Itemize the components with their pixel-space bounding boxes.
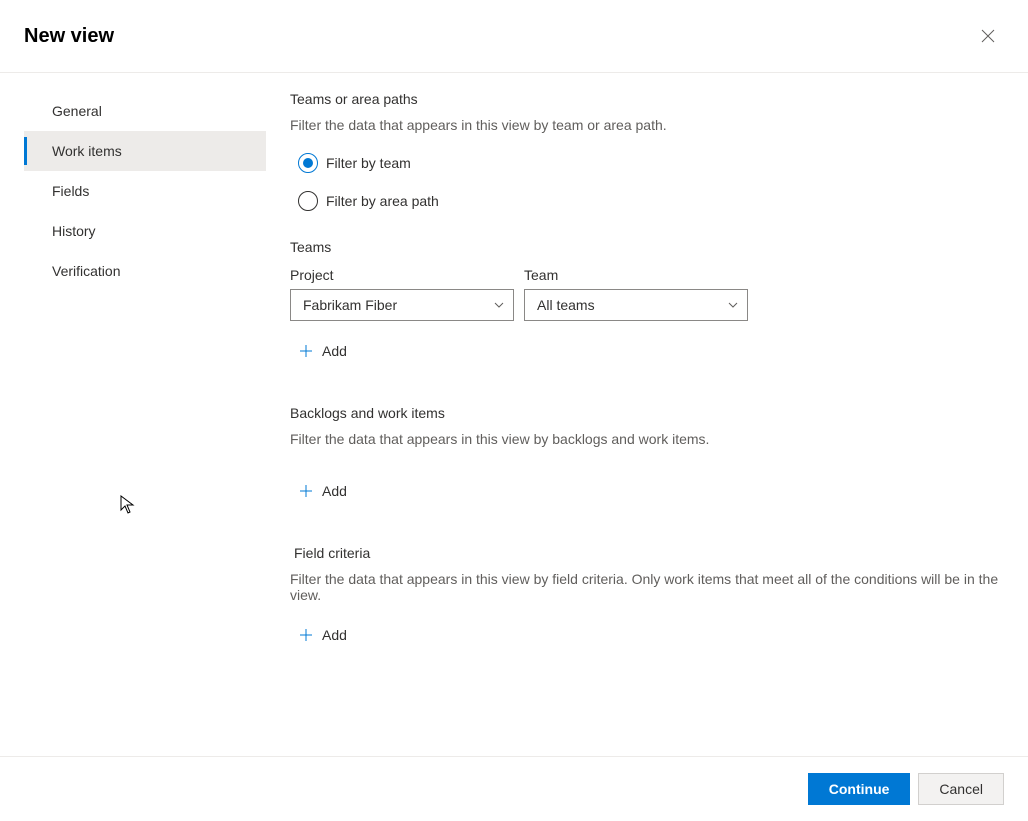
project-select-group: Project Fabrikam Fiber	[290, 267, 514, 321]
project-select-value: Fabrikam Fiber	[303, 297, 397, 313]
chevron-down-icon	[727, 299, 739, 311]
radio-filter-by-area-path[interactable]: Filter by area path	[298, 191, 1004, 211]
section-heading: Teams or area paths	[290, 91, 1004, 107]
continue-button[interactable]: Continue	[808, 773, 911, 805]
dialog-body: General Work items Fields History Verifi…	[0, 73, 1028, 756]
plus-icon	[298, 344, 314, 358]
radio-label: Filter by team	[326, 155, 411, 171]
sidebar: General Work items Fields History Verifi…	[0, 91, 266, 756]
add-button-label: Add	[322, 483, 347, 499]
dialog-footer: Continue Cancel	[0, 756, 1028, 821]
button-label: Cancel	[939, 781, 983, 797]
button-label: Continue	[829, 781, 890, 797]
cancel-button[interactable]: Cancel	[918, 773, 1004, 805]
section-description: Filter the data that appears in this vie…	[290, 571, 1004, 603]
radio-filter-by-team[interactable]: Filter by team	[298, 153, 1004, 173]
nav-item-label: Verification	[52, 263, 120, 279]
section-description: Filter the data that appears in this vie…	[290, 431, 1004, 447]
chevron-down-icon	[493, 299, 505, 311]
plus-icon	[298, 628, 314, 642]
nav-item-general[interactable]: General	[24, 91, 266, 131]
plus-icon	[298, 484, 314, 498]
content-panel: Teams or area paths Filter the data that…	[266, 91, 1028, 756]
radio-icon	[298, 191, 318, 211]
project-label: Project	[290, 267, 514, 283]
dialog-header: New view	[0, 0, 1028, 73]
section-field-criteria: Field criteria Filter the data that appe…	[290, 545, 1004, 649]
nav-item-label: History	[52, 223, 96, 239]
nav-item-label: Work items	[52, 143, 122, 159]
section-heading: Field criteria	[290, 545, 1004, 561]
nav-item-work-items[interactable]: Work items	[24, 131, 266, 171]
section-backlogs: Backlogs and work items Filter the data …	[290, 405, 1004, 505]
team-selectors-row: Project Fabrikam Fiber Team All teams	[290, 267, 1004, 321]
new-view-dialog: New view General Work items Fields Histo…	[0, 0, 1028, 821]
add-team-button[interactable]: Add	[294, 337, 351, 365]
nav-item-fields[interactable]: Fields	[24, 171, 266, 211]
add-backlog-button[interactable]: Add	[294, 477, 351, 505]
section-teams: Teams Project Fabrikam Fiber Team	[290, 239, 1004, 365]
radio-icon	[298, 153, 318, 173]
nav-item-history[interactable]: History	[24, 211, 266, 251]
add-button-label: Add	[322, 627, 347, 643]
nav-item-label: Fields	[52, 183, 89, 199]
add-button-label: Add	[322, 343, 347, 359]
section-teams-or-area-paths: Teams or area paths Filter the data that…	[290, 91, 1004, 211]
nav-list: General Work items Fields History Verifi…	[24, 91, 266, 291]
filter-radio-group: Filter by team Filter by area path	[298, 153, 1004, 211]
project-select[interactable]: Fabrikam Fiber	[290, 289, 514, 321]
team-select[interactable]: All teams	[524, 289, 748, 321]
team-select-group: Team All teams	[524, 267, 748, 321]
section-heading: Backlogs and work items	[290, 405, 1004, 421]
radio-label: Filter by area path	[326, 193, 439, 209]
close-icon	[981, 29, 995, 43]
dialog-title: New view	[24, 25, 114, 48]
teams-heading: Teams	[290, 239, 1004, 255]
team-label: Team	[524, 267, 748, 283]
team-select-value: All teams	[537, 297, 595, 313]
add-field-criteria-button[interactable]: Add	[294, 621, 351, 649]
section-description: Filter the data that appears in this vie…	[290, 117, 1004, 133]
close-button[interactable]	[972, 20, 1004, 52]
nav-item-label: General	[52, 103, 102, 119]
nav-item-verification[interactable]: Verification	[24, 251, 266, 291]
